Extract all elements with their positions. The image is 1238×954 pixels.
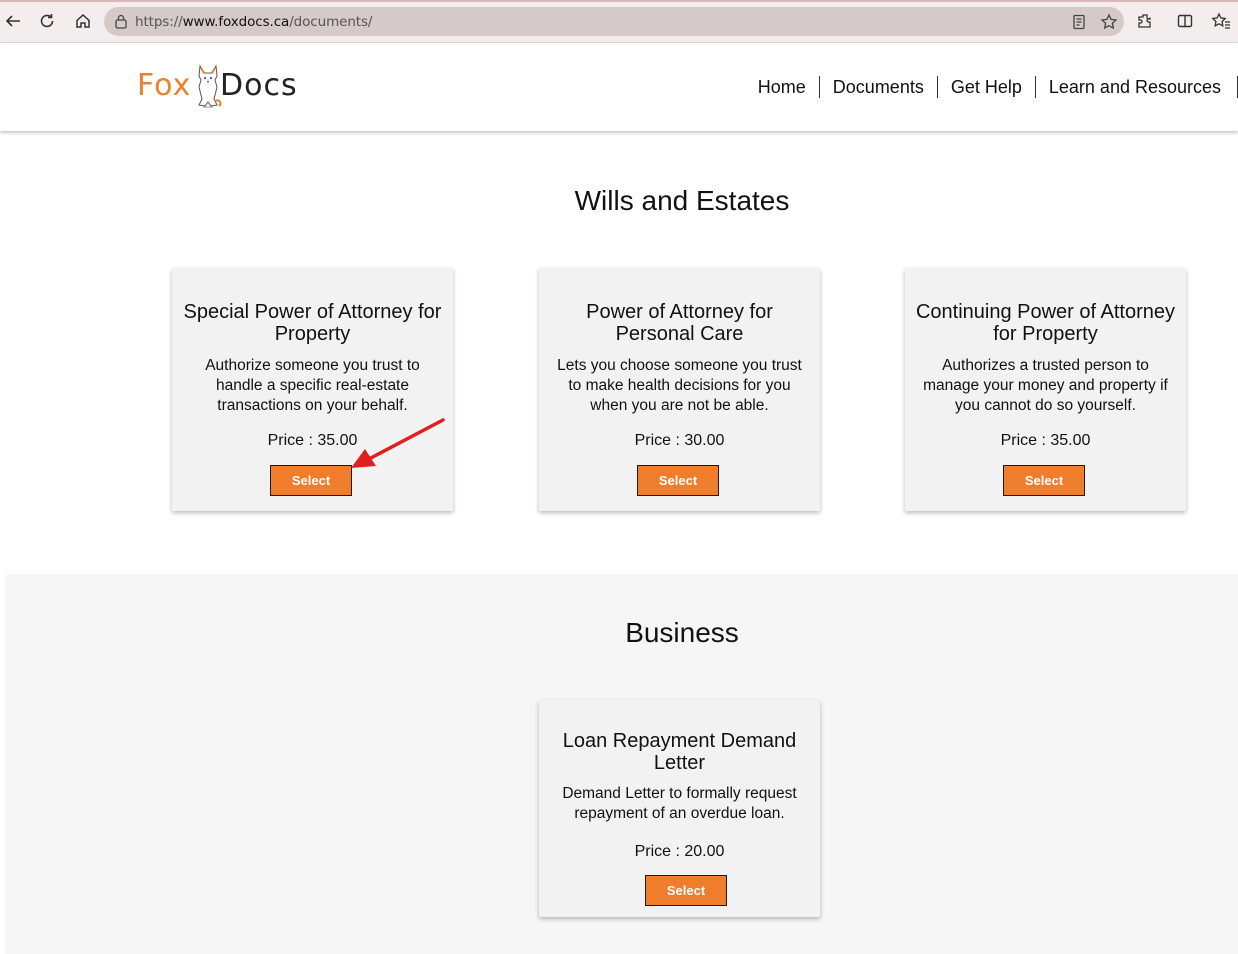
select-button[interactable]: Select bbox=[270, 465, 352, 496]
nav-home[interactable]: Home bbox=[745, 76, 820, 98]
browser-toolbar: https://www.foxdocs.ca/documents/ bbox=[0, 0, 1238, 43]
card-description: Authorize someone you trust to handle a … bbox=[205, 357, 420, 414]
url-scheme: https:// bbox=[135, 14, 183, 30]
foxdocs-logo[interactable]: Fox Docs bbox=[137, 63, 307, 113]
select-button[interactable]: Select bbox=[1003, 465, 1085, 496]
tab-strip-edge bbox=[0, 0, 1238, 2]
url-text[interactable]: https://www.foxdocs.ca/documents/ bbox=[135, 14, 372, 30]
main-nav: Home Documents Get Help Learn and Resour… bbox=[745, 73, 1238, 101]
logo-fox-text: Fox bbox=[137, 68, 192, 103]
card-title: Continuing Power of Attorney for Propert… bbox=[915, 301, 1176, 345]
select-button[interactable]: Select bbox=[645, 875, 727, 906]
card-description: Lets you choose someone you trust to mak… bbox=[557, 357, 802, 414]
card-price: Price : 30.00 bbox=[634, 432, 725, 449]
logo-docs-text: Docs bbox=[220, 68, 298, 103]
document-card: Loan Repayment Demand Letter Demand Lett… bbox=[539, 700, 820, 917]
split-screen-icon[interactable] bbox=[1172, 8, 1198, 34]
reload-icon[interactable] bbox=[34, 8, 60, 34]
favorites-icon[interactable] bbox=[1208, 8, 1234, 34]
favorite-star-icon[interactable] bbox=[1100, 13, 1118, 31]
nav-documents[interactable]: Documents bbox=[820, 76, 938, 98]
card-description: Authorizes a trusted person to manage yo… bbox=[923, 357, 1168, 414]
site-header: Fox Docs Home Documents Get Help Learn a… bbox=[0, 43, 1238, 131]
card-title: Power of Attorney for Personal Care bbox=[586, 301, 773, 345]
nav-learn-and-resources[interactable]: Learn and Resources bbox=[1036, 76, 1238, 98]
card-description: Demand Letter to formally request repaym… bbox=[562, 785, 797, 822]
annotation-arrow-icon bbox=[351, 418, 445, 468]
url-path: /documents/ bbox=[289, 14, 373, 30]
address-bar[interactable]: https://www.foxdocs.ca/documents/ bbox=[104, 7, 1124, 36]
section-title-business: Business bbox=[625, 617, 739, 648]
card-title: Special Power of Attorney for Property bbox=[183, 301, 442, 345]
fox-mascot-icon bbox=[193, 63, 223, 116]
extensions-icon[interactable] bbox=[1132, 8, 1158, 34]
card-price: Price : 20.00 bbox=[634, 843, 725, 860]
back-icon[interactable] bbox=[0, 8, 26, 34]
document-card: Power of Attorney for Personal Care Lets… bbox=[539, 268, 820, 511]
document-card: Continuing Power of Attorney for Propert… bbox=[905, 268, 1186, 511]
home-icon[interactable] bbox=[70, 8, 96, 34]
reader-view-icon[interactable] bbox=[1070, 13, 1088, 31]
nav-get-help[interactable]: Get Help bbox=[938, 76, 1036, 98]
card-title: Loan Repayment Demand Letter bbox=[562, 730, 797, 774]
section-title-wills-and-estates: Wills and Estates bbox=[574, 185, 790, 216]
url-host: www.foxdocs.ca bbox=[182, 14, 290, 30]
select-button[interactable]: Select bbox=[637, 465, 719, 496]
lock-icon[interactable] bbox=[114, 13, 128, 34]
card-price: Price : 35.00 bbox=[1000, 432, 1091, 449]
